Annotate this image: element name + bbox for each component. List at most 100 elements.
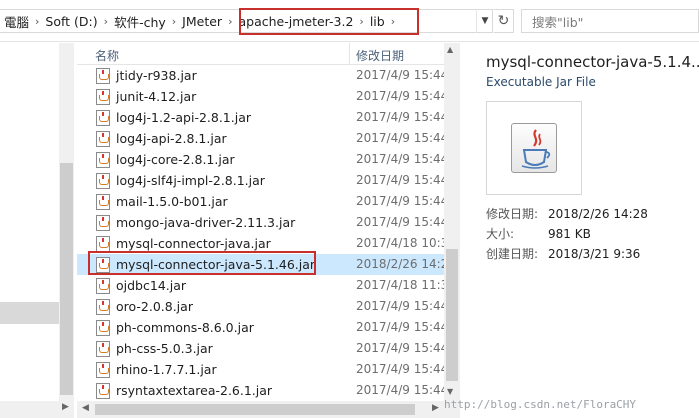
file-modified-date: 2017/4/9 15:44 <box>356 173 444 187</box>
file-row[interactable]: jtidy-r938.jar 2017/4/9 15:44 <box>77 65 444 86</box>
file-name: mongo-java-driver-2.11.3.jar <box>116 215 296 230</box>
refresh-icon: ↻ <box>497 13 510 29</box>
file-row[interactable]: ojdbc14.jar 2017/4/18 11:3 <box>77 275 444 296</box>
preview-file-type: Executable Jar File <box>486 75 596 89</box>
file-rows: jtidy-r938.jar 2017/4/9 15:44 junit-4.12.j… <box>77 65 444 401</box>
details-pane: mysql-connector-java-5.1.4... Executable… <box>460 43 699 418</box>
file-modified-date: 2017/4/9 15:44 <box>356 131 444 145</box>
chevron-right-icon[interactable]: › <box>102 15 110 28</box>
file-row[interactable]: mail-1.5.0-b01.jar 2017/4/9 15:44 <box>77 191 444 212</box>
scroll-right-icon[interactable]: ▶ <box>432 403 439 413</box>
file-row[interactable]: mongo-java-driver-2.11.3.jar 2017/4/9 15:… <box>77 212 444 233</box>
file-name: log4j-core-2.8.1.jar <box>116 152 235 167</box>
breadcrumb-drive[interactable]: Soft (D:) <box>41 14 101 29</box>
preview-file-name: mysql-connector-java-5.1.4... <box>486 53 699 71</box>
watermark: http://blog.csdn.net/FloraCHY <box>444 398 637 411</box>
file-modified-date: 2017/4/9 15:44 <box>356 383 444 397</box>
file-name: rhino-1.7.7.1.jar <box>116 362 217 377</box>
jar-file-icon <box>96 236 110 252</box>
column-header-date[interactable]: 修改日期 <box>356 47 404 64</box>
file-row[interactable]: log4j-slf4j-impl-2.8.1.jar 2017/4/9 15:44 <box>77 170 444 191</box>
file-modified-date: 2017/4/9 15:44 <box>356 320 444 334</box>
search-input[interactable]: 搜索"lib" <box>521 9 699 33</box>
file-name: junit-4.12.jar <box>116 89 197 104</box>
file-row[interactable]: oro-2.0.8.jar 2017/4/9 15:44 <box>77 296 444 317</box>
jar-file-icon <box>96 89 110 105</box>
jar-file-icon <box>96 152 110 168</box>
jar-file-icon <box>96 341 110 357</box>
file-modified-date: 2017/4/18 11:3 <box>356 278 444 292</box>
file-modified-date: 2017/4/9 15:44 <box>356 152 444 166</box>
preview-thumbnail <box>486 101 582 195</box>
file-row[interactable]: junit-4.12.jar 2017/4/9 15:44 <box>77 86 444 107</box>
jar-file-icon <box>96 383 110 399</box>
jar-file-icon <box>96 278 110 294</box>
breadcrumb-soft-folder[interactable]: 软件-chy <box>110 12 170 31</box>
jar-file-icon <box>96 299 110 315</box>
chevron-down-icon: ▼ <box>481 16 489 26</box>
jar-file-icon <box>96 215 110 231</box>
jar-file-icon <box>96 194 110 210</box>
annotation-highlight-path <box>239 8 419 35</box>
file-name: oro-2.0.8.jar <box>116 299 193 314</box>
file-row[interactable]: log4j-core-2.8.1.jar 2017/4/9 15:44 <box>77 149 444 170</box>
file-name: rsyntaxtextarea-2.6.1.jar <box>116 383 273 398</box>
jar-file-icon <box>96 68 110 84</box>
file-list: 名称 修改日期 jtidy-r938.jar 2017/4/9 15:44 juni… <box>77 43 444 401</box>
navigation-scroll-thumb[interactable] <box>60 163 73 395</box>
file-modified-date: 2017/4/9 15:44 <box>356 362 444 376</box>
file-modified-date: 2017/4/9 15:44 <box>356 68 444 82</box>
file-list-horizontal-scrollbar[interactable]: ◀ ▶ <box>77 401 444 418</box>
file-name: log4j-slf4j-impl-2.8.1.jar <box>116 173 265 188</box>
address-history-dropdown[interactable]: ▼ <box>476 9 493 33</box>
scroll-up-icon[interactable]: ▲ <box>447 45 453 54</box>
java-icon <box>511 123 557 173</box>
file-row[interactable]: ph-css-5.0.3.jar 2017/4/9 15:44 <box>77 338 444 359</box>
column-header-row: 名称 修改日期 <box>77 43 444 65</box>
vertical-scroll-thumb[interactable] <box>446 249 458 381</box>
navigation-horizontal-scrollbar[interactable] <box>0 401 59 418</box>
file-name: mail-1.5.0-b01.jar <box>116 194 228 209</box>
file-modified-date: 2017/4/9 15:44 <box>356 341 444 355</box>
file-row[interactable]: rsyntaxtextarea-2.6.1.jar 2017/4/9 15:44 <box>77 380 444 401</box>
column-divider[interactable] <box>349 43 350 65</box>
chevron-right-icon[interactable]: › <box>170 15 178 28</box>
annotation-highlight-file <box>88 251 316 275</box>
file-modified-date: 2017/4/9 15:44 <box>356 89 444 103</box>
navigation-selected-item[interactable] <box>0 302 59 324</box>
file-name: mysql-connector-java.jar <box>116 236 271 251</box>
file-name: ojdbc14.jar <box>116 278 187 293</box>
detail-size: 大小: 981 KB <box>486 227 591 241</box>
column-header-name[interactable]: 名称 <box>95 47 119 64</box>
file-row[interactable]: log4j-1.2-api-2.8.1.jar 2017/4/9 15:44 <box>77 107 444 128</box>
scroll-right-icon[interactable]: ▶ <box>62 402 69 412</box>
jar-file-icon <box>96 173 110 189</box>
file-name: ph-commons-8.6.0.jar <box>116 320 254 335</box>
file-row[interactable]: log4j-api-2.8.1.jar 2017/4/9 15:44 <box>77 128 444 149</box>
file-modified-date: 2017/4/9 15:44 <box>356 110 444 124</box>
file-modified-date: 2018/2/26 14:2 <box>356 257 444 271</box>
horizontal-scroll-thumb[interactable] <box>95 404 415 415</box>
file-list-vertical-scrollbar[interactable]: ▲ ▼ <box>444 43 460 401</box>
jar-file-icon <box>96 362 110 378</box>
scroll-left-icon[interactable]: ◀ <box>82 403 89 413</box>
file-modified-date: 2017/4/9 15:44 <box>356 299 444 313</box>
file-modified-date: 2017/4/18 10:3 <box>356 236 444 250</box>
detail-created: 创建日期: 2018/3/21 9:36 <box>486 247 641 261</box>
file-row[interactable]: rhino-1.7.7.1.jar 2017/4/9 15:44 <box>77 359 444 380</box>
chevron-right-icon[interactable]: › <box>226 15 234 28</box>
detail-modified: 修改日期: 2018/2/26 14:28 <box>486 207 648 221</box>
jar-file-icon <box>96 320 110 336</box>
file-row[interactable]: ph-commons-8.6.0.jar 2017/4/9 15:44 <box>77 317 444 338</box>
file-name: ph-css-5.0.3.jar <box>116 341 213 356</box>
breadcrumb-jmeter[interactable]: JMeter <box>178 14 226 29</box>
file-name: jtidy-r938.jar <box>116 68 197 83</box>
search-placeholder: 搜索"lib" <box>532 14 584 30</box>
navigation-scrollbar[interactable] <box>59 43 74 418</box>
jar-file-icon <box>96 110 110 126</box>
breadcrumb-this-pc[interactable]: 電腦 <box>0 12 33 31</box>
chevron-right-icon[interactable]: › <box>33 15 41 28</box>
scroll-down-icon[interactable]: ▼ <box>447 387 453 396</box>
jar-file-icon <box>96 131 110 147</box>
refresh-button[interactable]: ↻ <box>494 9 514 33</box>
